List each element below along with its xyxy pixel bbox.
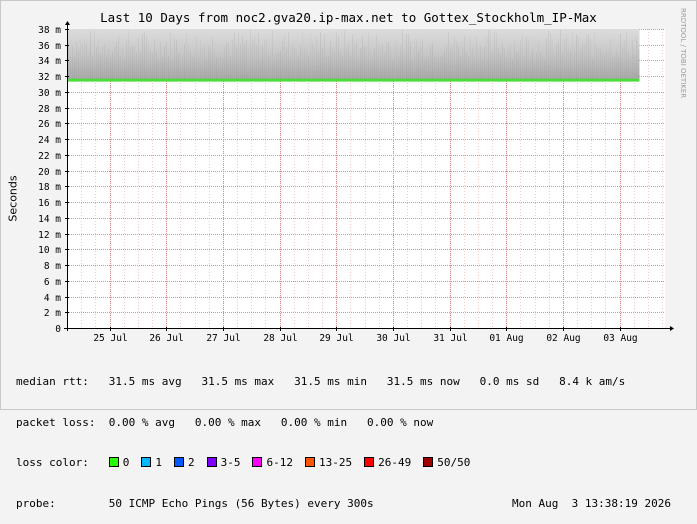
y-tick-label: 6 m [44,277,61,288]
loss-color-item: 2 [173,456,195,470]
loss-color-label: 13-25 [318,456,353,469]
loss-color-item: 0 [108,456,130,470]
loss-color-item: 1 [141,456,162,470]
y-tick-label: 10 m [38,245,61,256]
loss-color-swatch [108,457,119,467]
loss-color-label: 26-49 [378,456,412,469]
loss-color-label: 2 [187,456,195,469]
x-tick-label: 03 Aug [603,333,637,344]
loss-color-label: 1 [155,456,162,469]
y-tick-label: 16 m [38,198,61,209]
x-axis-arrow [670,326,674,331]
median-label: median rtt: [16,375,89,388]
chart-svg: 0 2 m 4 m 6 m 8 m 10 m 12 m 14 m 16 m 18 m 20 m 22 … [38,21,674,344]
y-tick-label: 28 m [38,104,61,115]
loss-color-swatch [252,457,263,467]
loss-color-item: 3-5 [206,456,241,470]
x-tick-label: 01 Aug [489,333,523,344]
loss-color-label: loss color: [16,456,89,469]
legend-color-row: loss color: 0 1 2 3-5 6-12 13-25 26-49 50/50 [16,456,625,470]
loss-color-swatch [206,457,217,467]
x-tick-label: 30 Jul [376,333,410,344]
x-tick-label: 28 Jul [263,333,297,344]
median-values: 31.5 ms avg 31.5 ms max 31.5 ms min 31.5… [108,375,626,388]
x-tick-label: 29 Jul [319,333,353,344]
loss-color-item: 13-25 [304,456,353,470]
probe-label: probe: [16,496,56,510]
x-tick-label: 27 Jul [206,333,240,344]
y-tick-label: 30 m [38,88,61,99]
x-tick-label: 25 Jul [93,333,127,344]
loss-color-label: 0 [122,456,130,469]
y-tick-label: 32 m [38,72,61,83]
probe-values: 50 ICMP Echo Pings (56 Bytes) every 300s [108,496,374,510]
y-tick-label: 34 m [38,56,61,67]
y-tick-label: 4 m [44,293,61,304]
y-tick-label: 38 m [38,25,61,36]
y-tick-label: 20 m [38,167,61,178]
loss-color-swatch [423,457,434,467]
y-tick-label: 18 m [38,182,61,193]
loss-label: packet loss: [16,415,96,429]
legend-loss-row: packet loss: 0.00 % avg 0.00 % max 0.00 … [16,416,625,430]
loss-color-swatch [141,457,152,467]
loss-color-label: 6-12 [266,456,293,469]
x-tick-label: 26 Jul [149,333,183,344]
timestamp: Mon Aug 3 13:38:19 2026 [512,496,671,510]
loss-color-label: 3-5 [220,456,241,469]
loss-color-item: 26-49 [364,456,411,470]
y-tick-label: 36 m [38,41,61,52]
smoke-band [68,29,640,81]
loss-color-swatch [364,457,375,467]
y-tick-label: 22 m [38,151,61,162]
y-tick-label: 24 m [38,135,61,146]
y-axis-arrow [65,21,70,25]
y-tick-label: 12 m [38,230,61,241]
y-tick-label: 26 m [38,119,61,130]
legend: median rtt: 31.5 ms avg 31.5 ms max 31.5… [16,348,671,524]
loss-color-item: 50/50 [423,456,470,470]
y-tick-label: 8 m [44,261,61,272]
loss-color-swatches: 0 1 2 3-5 6-12 13-25 26-49 50/50 [108,456,483,470]
loss-values: 0.00 % avg 0.00 % max 0.00 % min 0.00 % … [108,415,434,429]
x-tick-label: 31 Jul [433,333,467,344]
loss-color-item: 6-12 [252,456,293,470]
y-tick-label: 0 [55,324,61,335]
legend-median-row: median rtt: 31.5 ms avg 31.5 ms max 31.5… [16,375,625,389]
loss-color-swatch [304,457,315,467]
loss-color-swatch [173,457,184,467]
loss-color-label: 50/50 [437,456,471,469]
y-tick-label: 2 m [44,308,61,319]
legend-probe-row: probe: 50 ICMP Echo Pings (56 Bytes) eve… [16,496,671,511]
x-tick-label: 02 Aug [546,333,580,344]
y-tick-label: 14 m [38,214,61,225]
